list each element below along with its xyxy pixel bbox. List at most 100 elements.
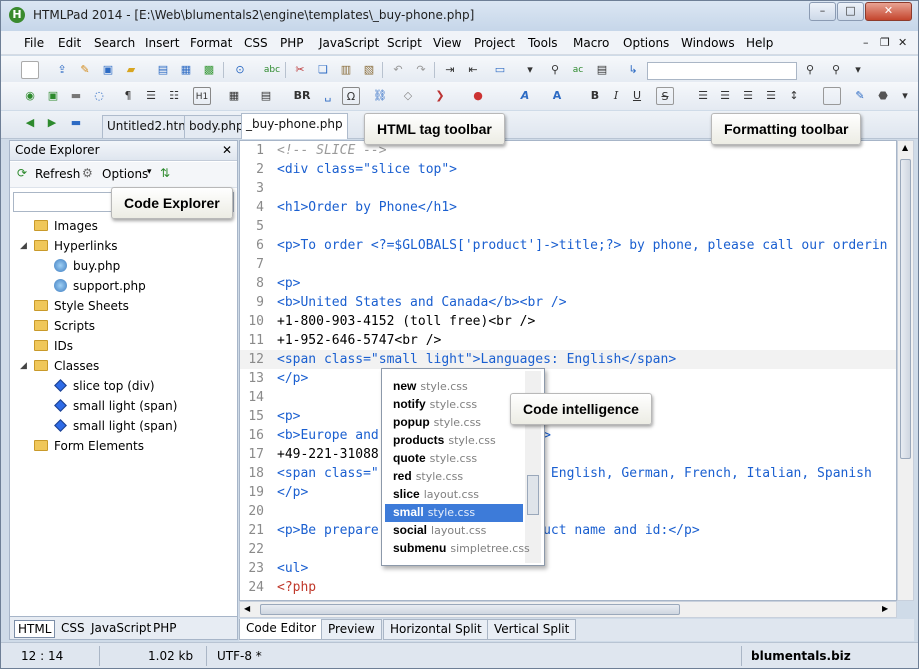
options-dropdown-icon[interactable]: ▾ xyxy=(147,167,152,177)
tab-horizontal-split[interactable]: Horizontal Split xyxy=(383,619,489,640)
toolbar2-overflow-icon[interactable]: ▾ xyxy=(896,87,914,105)
code-line[interactable]: 3 xyxy=(240,179,896,198)
menu-windows[interactable]: Windows xyxy=(681,36,735,50)
eraser-icon[interactable]: ⬣ xyxy=(874,87,892,105)
tree-item-class[interactable]: slice top (div) xyxy=(54,377,155,395)
refresh-icon[interactable]: ⟳ xyxy=(17,166,27,180)
code-line[interactable]: 17 +49-221-31088 xyxy=(240,445,896,464)
bold-icon[interactable]: B xyxy=(586,87,604,105)
underline-icon[interactable]: U xyxy=(628,87,646,105)
comment-icon[interactable]: ◌ xyxy=(90,87,108,105)
preview-search-icon[interactable]: ⊙ xyxy=(231,61,249,79)
refresh-button[interactable]: Refresh xyxy=(35,167,80,181)
horizontal-rule-icon[interactable]: ▬ xyxy=(67,87,85,105)
code-line[interactable]: 20 xyxy=(240,502,896,521)
find-icon[interactable]: ⚲ xyxy=(546,61,564,79)
options-button[interactable]: Options xyxy=(102,167,148,181)
suggestion-item[interactable]: products style.css xyxy=(385,432,523,450)
suggestion-item[interactable]: new style.css xyxy=(385,378,523,396)
search-combo[interactable] xyxy=(647,62,797,80)
menu-tools[interactable]: Tools xyxy=(528,36,558,50)
mdi-minimize-button[interactable]: – xyxy=(863,36,869,49)
edit-icon[interactable]: ✎ xyxy=(76,61,94,79)
redo-icon[interactable]: ↷ xyxy=(412,61,430,79)
close-panel-icon[interactable]: ✕ xyxy=(222,141,232,160)
menu-script[interactable]: Script xyxy=(387,36,422,50)
encoding[interactable]: UTF-8 * xyxy=(217,647,262,665)
code-line[interactable]: 21 <p>Be prepare oduct name and id:</p> xyxy=(240,521,896,540)
tab-vertical-split[interactable]: Vertical Split xyxy=(487,619,577,640)
color-picker-icon[interactable]: ● xyxy=(469,87,487,105)
menu-macro[interactable]: Macro xyxy=(573,36,609,50)
spellcheck-icon[interactable]: abc xyxy=(263,61,281,79)
maximize-button[interactable]: □ xyxy=(837,2,864,21)
tab-code-editor[interactable]: Code Editor xyxy=(239,619,324,640)
goto-icon[interactable]: ↳ xyxy=(624,61,642,79)
italic-icon[interactable]: I xyxy=(607,87,625,105)
tab-untitled2[interactable]: Untitled2.htm xyxy=(102,115,195,138)
code-line[interactable]: 5 xyxy=(240,217,896,236)
table-icon[interactable]: ▦ xyxy=(225,87,243,105)
font-size-icon[interactable]: A xyxy=(548,87,566,105)
suggestion-item[interactable]: popup style.css xyxy=(385,414,523,432)
folder-open-icon[interactable]: ▰ xyxy=(122,61,140,79)
menu-css[interactable]: CSS xyxy=(244,36,268,50)
link-icon[interactable]: ⛓ xyxy=(371,87,389,105)
tree-item-ids[interactable]: IDs xyxy=(34,337,73,355)
tree-item-class[interactable]: small light (span) xyxy=(54,417,177,435)
tab-buy-phone-php[interactable]: _buy-phone.php xyxy=(241,113,348,139)
globe-icon[interactable]: ◉ xyxy=(21,87,39,105)
toolbar-options-icon[interactable]: ▾ xyxy=(521,61,539,79)
indent-icon[interactable]: ⇥ xyxy=(441,61,459,79)
align-center-icon[interactable]: ☰ xyxy=(716,87,734,105)
menu-insert[interactable]: Insert xyxy=(145,36,179,50)
back-icon[interactable]: ◀ xyxy=(21,114,39,132)
scrollbar-thumb[interactable] xyxy=(527,475,539,515)
code-line[interactable]: 9 <b>United States and Canada</b><br /> xyxy=(240,293,896,312)
collapse-arrow-icon[interactable]: ◢ xyxy=(20,361,27,371)
scrollbar-thumb[interactable] xyxy=(260,604,680,615)
forward-icon[interactable]: ▶ xyxy=(43,114,61,132)
scroll-right-icon[interactable]: ▶ xyxy=(882,604,888,613)
tab-preview[interactable]: Preview xyxy=(321,619,382,640)
minimize-button[interactable]: – xyxy=(809,2,836,21)
insert-image-icon[interactable]: ▣ xyxy=(44,87,62,105)
scrollbar-thumb[interactable] xyxy=(900,159,911,459)
heading-icon[interactable]: H1 xyxy=(193,87,211,105)
menu-file[interactable]: File xyxy=(24,36,44,50)
tab-php[interactable]: PHP xyxy=(150,620,180,638)
paste-icon[interactable]: ▥ xyxy=(337,61,355,79)
code-editor[interactable]: 1 <!-- SLICE --> 2 <div class="slice top"> 3… xyxy=(239,140,897,601)
justify-icon[interactable]: ☰ xyxy=(762,87,780,105)
save-icon[interactable]: ▤ xyxy=(154,61,172,79)
menu-options[interactable]: Options xyxy=(623,36,669,50)
tree-item-support-php[interactable]: support.php xyxy=(54,277,146,295)
tag-icon[interactable]: ❯ xyxy=(431,87,449,105)
menu-help[interactable]: Help xyxy=(746,36,773,50)
tree-item-images[interactable]: Images xyxy=(34,217,98,235)
form-icon[interactable]: ▤ xyxy=(257,87,275,105)
find-prev-icon[interactable]: ⚲ xyxy=(827,61,845,79)
code-line[interactable]: 6 <p>To order <?=$GLOBALS['product']->tit… xyxy=(240,236,896,255)
sort-icon[interactable]: ⇅ xyxy=(160,166,170,180)
suggestion-item[interactable]: social layout.css xyxy=(385,522,523,540)
upload-icon[interactable]: ▩ xyxy=(200,61,218,79)
suggestion-item[interactable]: quote style.css xyxy=(385,450,523,468)
code-line[interactable]: 19 </p> xyxy=(240,483,896,502)
menu-edit[interactable]: Edit xyxy=(58,36,81,50)
tree-item-class[interactable]: small light (span) xyxy=(54,397,177,415)
tree-item-classes[interactable]: Classes xyxy=(34,357,99,375)
find-files-icon[interactable]: ▤ xyxy=(593,61,611,79)
save-all-icon[interactable]: ▦ xyxy=(177,61,195,79)
code-line[interactable]: 23 <ul> xyxy=(240,559,896,578)
mdi-restore-button[interactable]: ❐ xyxy=(880,36,890,49)
block-icon[interactable] xyxy=(823,87,841,105)
outdent-icon[interactable]: ⇤ xyxy=(464,61,482,79)
align-right-icon[interactable]: ☰ xyxy=(739,87,757,105)
tab-body-php[interactable]: body.php xyxy=(184,115,249,138)
copy-icon[interactable]: ❏ xyxy=(314,61,332,79)
cut-icon[interactable]: ✂ xyxy=(291,61,309,79)
layout-icon[interactable]: ▭ xyxy=(491,61,509,79)
menu-javascript[interactable]: JavaScript xyxy=(319,36,379,50)
open-icon[interactable]: ⇪ xyxy=(53,61,71,79)
